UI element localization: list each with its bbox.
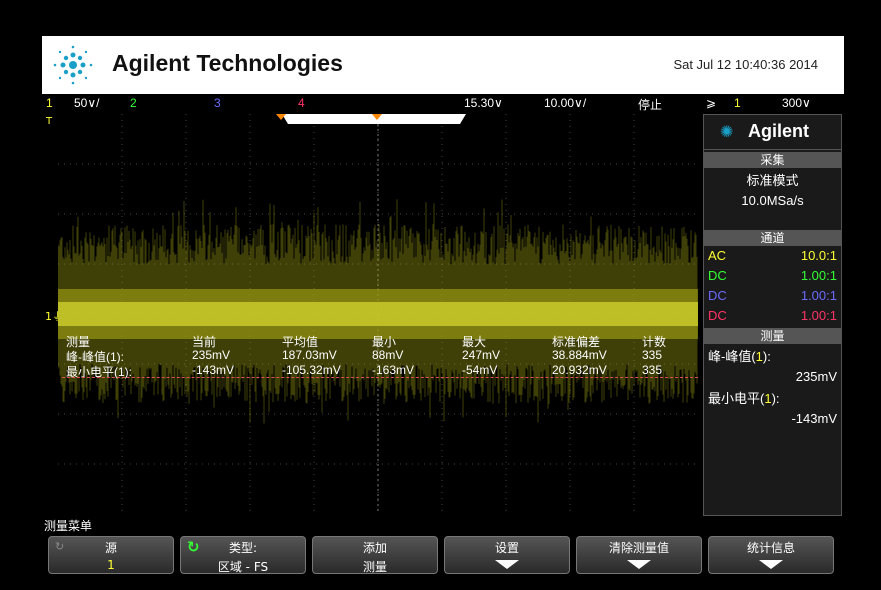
channel-row[interactable]: DC 1.00:1 xyxy=(704,286,841,306)
softkey-value: 1 xyxy=(107,558,115,572)
channel-probe-ratio: 1.00:1 xyxy=(800,308,837,323)
sidebar-logo-text: Agilent xyxy=(748,121,809,141)
trigger-source: 1 xyxy=(734,96,741,110)
channel-probe-ratio: 1.00:1 xyxy=(800,268,837,283)
clear-measurements-softkey[interactable]: 清除测量值 xyxy=(576,536,702,574)
table-cell: -54mV xyxy=(462,363,498,377)
ch1-waveform-core xyxy=(58,302,698,326)
ch1-indicator[interactable]: 1 xyxy=(46,96,53,110)
measurement-cursor-line xyxy=(62,377,698,378)
horizontal-delay: 15.30∨ xyxy=(464,96,503,110)
channel-probe-ratio: 10.0:1 xyxy=(800,248,837,263)
softkey-value: 区域 - FS xyxy=(217,560,269,574)
softkey-menu-title: 测量菜单 xyxy=(44,519,93,533)
ch1-scale: 50∨/ xyxy=(74,96,100,110)
run-state: 停止 xyxy=(638,98,663,112)
submenu-arrow-icon xyxy=(759,560,783,569)
channel-row[interactable]: AC 10.0:1 xyxy=(704,246,841,266)
brand-banner: Agilent Technologies Sat Jul 12 10:40:36… xyxy=(42,36,844,94)
channel-coupling: DC xyxy=(708,268,727,283)
softkey-value: 测量 xyxy=(362,560,387,574)
meas2-label: 最小电平(1): xyxy=(704,388,841,407)
submenu-arrow-icon xyxy=(627,560,651,569)
softkey-label: 统计信息 xyxy=(746,541,795,555)
table-cell: 247mV xyxy=(462,348,501,362)
softkey-label: 清除测量值 xyxy=(608,541,669,555)
channel-coupling: AC xyxy=(708,248,727,263)
table-cell: 335 xyxy=(642,348,663,362)
agilent-spark-icon xyxy=(53,45,93,85)
channels-header[interactable]: 通道 xyxy=(704,230,841,246)
acquire-header[interactable]: 采集 xyxy=(704,152,841,168)
type-softkey[interactable]: ↻ 类型: 区域 - FS xyxy=(180,536,306,574)
meas1-label-text: 峰-峰值( xyxy=(708,349,756,364)
table-cell: 187.03mV xyxy=(282,348,337,362)
ch2-indicator[interactable]: 2 xyxy=(130,96,137,110)
trigger-level: 300∨ xyxy=(782,96,811,110)
softkey-label: 类型: xyxy=(228,541,258,555)
brand-name: Agilent Technologies xyxy=(112,50,343,76)
sample-rate: 10.0MSa/s xyxy=(741,193,804,208)
submenu-arrow-icon xyxy=(495,560,519,569)
channel-list: AC 10.0:1 DC 1.00:1 DC 1.00:1 DC 1.00:1 xyxy=(704,246,841,326)
table-cell: 20.932mV xyxy=(552,363,607,377)
scope-screen: Agilent Technologies Sat Jul 12 10:40:36… xyxy=(42,36,844,576)
channel-probe-ratio: 1.00:1 xyxy=(800,288,837,303)
meas1-channel: 1 xyxy=(755,349,763,364)
table-cell: 88mV xyxy=(372,348,404,362)
table-cell: -163mV xyxy=(372,363,415,377)
meas2-label-suffix: ): xyxy=(771,391,780,406)
statistics-softkey[interactable]: 统计信息 xyxy=(708,536,834,574)
meas2-value: -143mV xyxy=(791,411,837,426)
trigger-marker-icon: T xyxy=(46,116,53,127)
sidebar-logo: ✺ Agilent xyxy=(704,115,841,150)
channel-row[interactable]: DC 1.00:1 xyxy=(704,266,841,286)
meas1-label: 峰-峰值(1): xyxy=(704,346,841,365)
channel-coupling: DC xyxy=(708,288,727,303)
table-cell: 38.884mV xyxy=(552,348,607,362)
source-softkey[interactable]: ↻ 源 1 xyxy=(48,536,174,574)
waveform-display[interactable] xyxy=(57,114,698,514)
add-measurement-softkey[interactable]: 添加 测量 xyxy=(312,536,438,574)
rotate-knob-icon: ↻ xyxy=(187,538,200,556)
softkey-label: 设置 xyxy=(494,541,519,555)
channel-row[interactable]: DC 1.00:1 xyxy=(704,306,841,326)
meas2-label-text: 最小电平( xyxy=(708,391,765,406)
meas1-label-suffix: ): xyxy=(762,349,771,364)
agilent-spark-icon: ✺ xyxy=(720,122,734,141)
horizontal-ref-bar xyxy=(276,114,466,124)
status-bar: 1 50∨/ 2 3 4 15.30∨ 10.00∨/ 停止 ⩾ 1 300∨ xyxy=(42,94,844,112)
table-cell: 335 xyxy=(642,363,663,377)
timestamp: Sat Jul 12 10:40:36 2014 xyxy=(673,57,818,72)
ch3-indicator[interactable]: 3 xyxy=(214,96,221,110)
rotate-knob-icon: ↻ xyxy=(55,540,65,553)
meas1-value: 235mV xyxy=(795,369,837,384)
table-cell: -105.32mV xyxy=(282,363,341,377)
timebase: 10.00∨/ xyxy=(544,96,587,110)
ch4-indicator[interactable]: 4 xyxy=(298,96,305,110)
acquire-mode: 标准模式 xyxy=(746,173,799,188)
measure-header[interactable]: 测量 xyxy=(704,328,841,344)
info-sidebar: ✺ Agilent 采集 标准模式 10.0MSa/s 通道 AC 10.0:1 D… xyxy=(703,114,842,516)
trigger-edge-icon: ⩾ xyxy=(706,96,717,110)
meas2-channel: 1 xyxy=(764,391,772,406)
settings-softkey[interactable]: 设置 xyxy=(444,536,570,574)
channel-coupling: DC xyxy=(708,308,727,323)
softkey-label: 添加 xyxy=(362,541,387,555)
graticule xyxy=(57,114,698,514)
table-cell: -143mV xyxy=(192,363,235,377)
table-cell: 235mV xyxy=(192,348,231,362)
softkey-label: 源 xyxy=(104,541,117,555)
